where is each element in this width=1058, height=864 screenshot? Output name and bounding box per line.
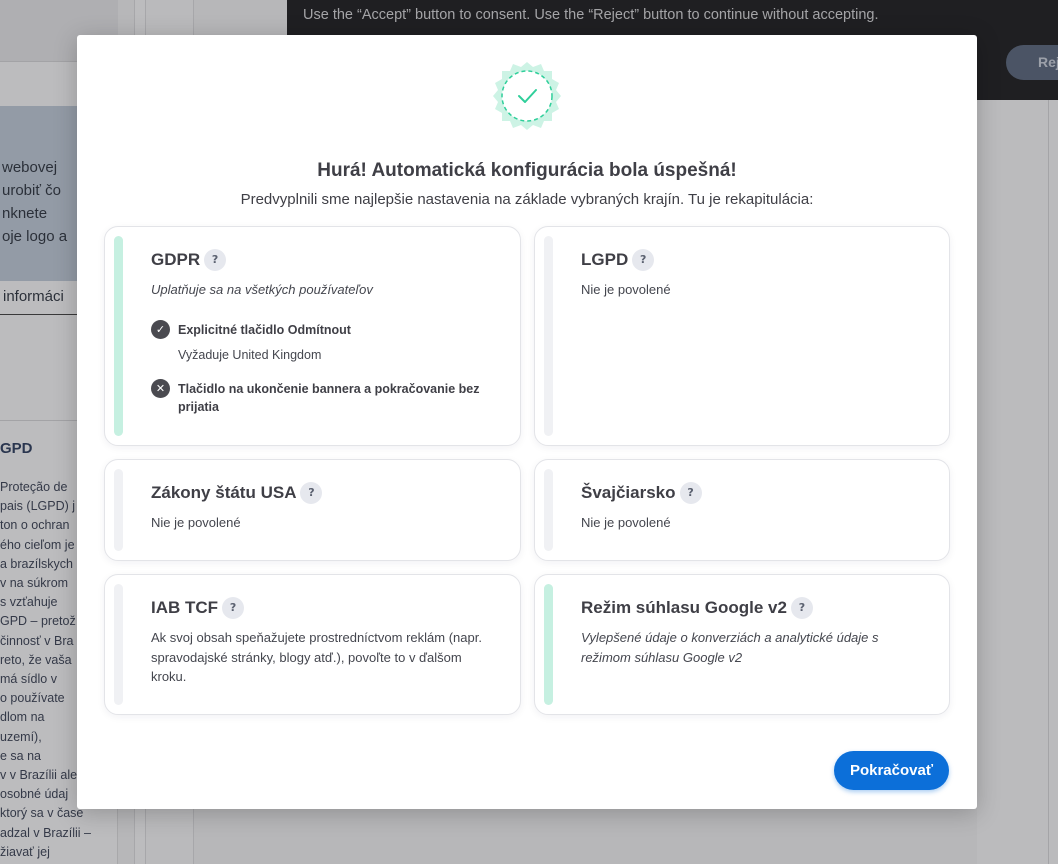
- card-status-bar: [544, 584, 553, 705]
- card-status-bar: [544, 236, 553, 436]
- card-status-bar: [114, 236, 123, 436]
- card-title: Švajčiarsko ?: [581, 482, 702, 504]
- card-iab-tcf: IAB TCF ? Ak svoj obsah speňažujete pros…: [104, 574, 521, 715]
- help-icon[interactable]: ?: [204, 249, 227, 271]
- modal-subtitle: Predvyplnili sme najlepšie nastavenia na…: [240, 191, 814, 208]
- card-title: Režim súhlasu Google v2 ?: [581, 597, 813, 619]
- card-lgpd: LGPD ? Nie je povolené: [534, 226, 950, 446]
- check-circle-icon: ✓: [151, 320, 170, 339]
- help-icon[interactable]: ?: [679, 482, 702, 504]
- feature-note: Vyžaduje United Kingdom: [178, 348, 322, 362]
- card-status-bar: [544, 469, 553, 551]
- success-badge-icon: [493, 62, 561, 130]
- card-title: LGPD ?: [581, 249, 655, 271]
- card-google-consent-mode: Režim súhlasu Google v2 ? Vylepšené údaj…: [534, 574, 950, 715]
- setup-success-modal: Hurá! Automatická konfigurácia bola úspe…: [77, 35, 977, 809]
- help-icon[interactable]: ?: [790, 597, 813, 619]
- feature-close-banner: ✕ Tlačidlo na ukončenie bannera a pokrač…: [151, 379, 496, 419]
- help-icon[interactable]: ?: [222, 597, 245, 619]
- card-description: Ak svoj obsah speňažujete prostredníctvo…: [151, 630, 482, 684]
- card-description: Nie je povolené: [581, 515, 671, 530]
- card-gdpr: GDPR ? Uplatňuje sa na všetkých používat…: [104, 226, 521, 446]
- card-description: Nie je povolené: [151, 515, 241, 530]
- modal-title: Hurá! Automatická konfigurácia bola úspe…: [317, 160, 737, 181]
- feature-label: Tlačidlo na ukončenie bannera a pokračov…: [178, 382, 480, 414]
- card-title: GDPR ?: [151, 249, 227, 271]
- card-title: Zákony štátu USA ?: [151, 482, 323, 504]
- card-status-bar: [114, 584, 123, 705]
- card-us-state-laws: Zákony štátu USA ? Nie je povolené: [104, 459, 521, 561]
- card-description: Uplatňuje sa na všetkých používateľov: [151, 282, 373, 297]
- help-icon[interactable]: ?: [300, 482, 323, 504]
- feature-explicit-reject: ✓ Explicitné tlačidlo Odmítnout Vyžaduje…: [151, 320, 496, 365]
- x-circle-icon: ✕: [151, 379, 170, 398]
- help-icon[interactable]: ?: [632, 249, 655, 271]
- card-title: IAB TCF ?: [151, 597, 245, 619]
- continue-button[interactable]: Pokračovať: [834, 751, 949, 790]
- card-status-bar: [114, 469, 123, 551]
- feature-label: Explicitné tlačidlo Odmítnout: [178, 323, 351, 337]
- card-description: Nie je povolené: [581, 282, 671, 297]
- card-switzerland: Švajčiarsko ? Nie je povolené: [534, 459, 950, 561]
- card-description: Vylepšené údaje o konverziách a analytic…: [581, 630, 879, 665]
